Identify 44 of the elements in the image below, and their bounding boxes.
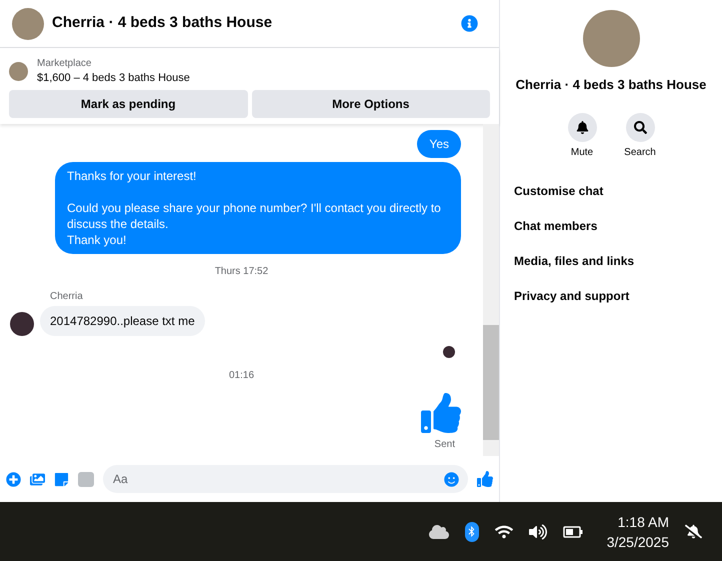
message-timestamp: 01:16	[228, 369, 254, 383]
bluetooth-icon[interactable]	[464, 522, 479, 542]
action-label: Mute	[570, 146, 594, 160]
listing-source: Marketplace	[37, 57, 92, 71]
chat-title: Cherria · 4 beds 3 baths House	[52, 13, 274, 34]
wifi-icon[interactable]	[494, 524, 513, 540]
message-status: Sent	[434, 438, 455, 452]
battery-icon[interactable]	[562, 526, 583, 538]
message-input[interactable]: Aa	[103, 465, 468, 493]
listing-title: $1,600 – 4 beds 3 baths House	[37, 71, 190, 86]
menu-item[interactable]: Media, files and links	[514, 244, 722, 278]
volume-icon[interactable]	[528, 524, 547, 540]
photo-placeholder	[9, 62, 28, 80]
bell-button[interactable]	[568, 112, 596, 142]
message-timestamp: Thurs 17:52	[214, 265, 268, 279]
menu-item[interactable]: Privacy and support	[514, 278, 722, 314]
outgoing-message: Thanks for your interest! Could you please share your phone number? I'll contact you directly to discuss the details. Thank you!	[55, 162, 461, 254]
scrollbar[interactable]	[483, 124, 499, 456]
image-icon[interactable]	[30, 472, 45, 486]
like-icon[interactable]	[477, 471, 493, 487]
add-icon[interactable]	[6, 472, 21, 486]
action-label: Search	[624, 146, 656, 160]
seen-avatar-icon	[443, 346, 455, 358]
search-icon	[634, 120, 646, 134]
listing-action-button[interactable]: Mark as pending	[9, 90, 248, 118]
sender-name: Cherria	[50, 290, 84, 304]
clock-date[interactable]: 3/25/2025	[606, 532, 669, 552]
search-button[interactable]	[626, 112, 654, 142]
outgoing-message: Yes	[417, 130, 461, 158]
clock-time[interactable]: 1:18 AM	[618, 512, 669, 532]
avatar-placeholder	[10, 312, 34, 336]
sticker-icon[interactable]	[54, 472, 69, 486]
listing-action-button[interactable]: More Options	[252, 90, 490, 118]
info-icon[interactable]	[461, 15, 478, 32]
bell-icon	[576, 120, 588, 134]
menu-item[interactable]: Customise chat	[514, 174, 722, 208]
photo-placeholder	[12, 8, 44, 40]
emoji-icon[interactable]	[444, 472, 459, 486]
menu-item[interactable]: Chat members	[514, 208, 722, 244]
details-title: Cherria · 4 beds 3 baths House	[516, 76, 706, 94]
notification-icon[interactable]	[685, 523, 702, 540]
incoming-message: 2014782990..please txt me	[40, 306, 205, 336]
cloud-sync-icon[interactable]	[428, 522, 449, 540]
thumbs-up-icon	[421, 393, 461, 433]
